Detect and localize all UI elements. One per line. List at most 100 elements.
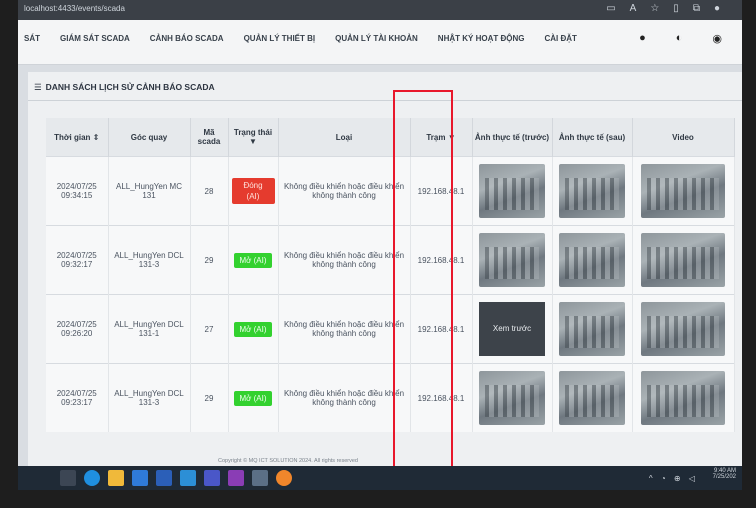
favorite-icon[interactable]: ☆ bbox=[650, 3, 673, 14]
cell-station: 192.168.48.1 bbox=[410, 294, 473, 364]
edge-browser-icon[interactable] bbox=[84, 470, 100, 486]
filter-icon[interactable]: ▼ bbox=[249, 137, 257, 146]
app-icon[interactable] bbox=[276, 470, 292, 486]
cell-image-before bbox=[472, 225, 553, 295]
video-thumbnail[interactable] bbox=[641, 371, 725, 425]
nav-menu: SÁT GIÁM SÁT SCADA CẢNH BÁO SCADA QUẢN L… bbox=[18, 34, 597, 43]
cell-video bbox=[632, 156, 735, 226]
camera-thumbnail[interactable] bbox=[559, 164, 625, 218]
camera-thumbnail[interactable] bbox=[559, 233, 625, 287]
cell-time: 2024/07/25 09:34:15 bbox=[46, 156, 109, 226]
nav-item-partial[interactable]: SÁT bbox=[24, 34, 40, 43]
header-image-after: Ảnh thực tế (sau) bbox=[552, 118, 633, 157]
divider bbox=[28, 100, 742, 101]
cell-status: Mở (AI) bbox=[228, 225, 279, 295]
header-image-before: Ảnh thực tế (trước) bbox=[472, 118, 553, 157]
header-status[interactable]: Trạng thái ▼ bbox=[228, 118, 279, 157]
vscode-icon[interactable] bbox=[180, 470, 196, 486]
task-view-icon[interactable] bbox=[60, 470, 76, 486]
header-video: Video bbox=[632, 118, 735, 157]
header-type: Loại bbox=[278, 118, 411, 157]
cell-image-before bbox=[472, 156, 553, 226]
app-icon[interactable] bbox=[228, 470, 244, 486]
page-title-text: DANH SÁCH LỊCH SỬ CẢNH BÁO SCADA bbox=[45, 82, 215, 92]
nav-item-settings[interactable]: CÀI ĐẶT bbox=[544, 34, 576, 43]
video-thumbnail[interactable] bbox=[641, 164, 725, 218]
file-explorer-icon[interactable] bbox=[108, 470, 124, 486]
cell-video bbox=[632, 363, 735, 432]
camera-thumbnail[interactable] bbox=[559, 302, 625, 356]
cell-scada: 27 bbox=[190, 294, 229, 364]
clock-date[interactable]: 7/25/202 bbox=[713, 474, 736, 480]
header-tools: ● ◐ ◉ bbox=[639, 32, 722, 45]
footer-copyright: Copyright © MQ ICT SOLUTION 2024. All ri… bbox=[218, 458, 358, 464]
camera-thumbnail[interactable] bbox=[559, 371, 625, 425]
preview-button[interactable]: Xem trước bbox=[479, 302, 545, 356]
system-tray: ^ ◔ ⊕ ◁ 9:40 AM 7/25/202 bbox=[649, 468, 736, 483]
cell-scada: 29 bbox=[190, 225, 229, 295]
cell-image-after bbox=[552, 294, 633, 364]
split-icon[interactable]: ▯ bbox=[673, 3, 693, 14]
cell-status: Đóng (AI) bbox=[228, 156, 279, 226]
top-navigation: SÁT GIÁM SÁT SCADA CẢNH BÁO SCADA QUẢN L… bbox=[18, 20, 742, 65]
collections-icon[interactable]: ⧉ bbox=[693, 3, 714, 14]
header-time[interactable]: Thời gian ⇕ bbox=[46, 118, 109, 157]
cell-type: Không điều khiển hoặc điều khiển không t… bbox=[278, 156, 411, 226]
cell-type: Không điều khiển hoặc điều khiển không t… bbox=[278, 225, 411, 295]
status-badge: Mở (AI) bbox=[234, 390, 272, 406]
nav-item-activity-log[interactable]: NHẬT KÝ HOẠT ĐỘNG bbox=[438, 34, 525, 43]
store-icon[interactable] bbox=[132, 470, 148, 486]
browser-toolbar: localhost:4433/events/scada ▭A☆▯⧉● bbox=[18, 0, 742, 20]
taskbar-icons bbox=[60, 470, 292, 486]
font-size-icon[interactable]: A bbox=[630, 3, 651, 14]
cell-video bbox=[632, 294, 735, 364]
page-title: ☰ DANH SÁCH LỊCH SỬ CẢNH BÁO SCADA bbox=[34, 82, 215, 93]
cell-video bbox=[632, 225, 735, 295]
address-bar[interactable]: localhost:4433/events/scada bbox=[24, 4, 125, 13]
sort-icon[interactable]: ⇕ bbox=[93, 133, 100, 142]
header-station[interactable]: Trạm ▼ bbox=[410, 118, 473, 157]
cell-type: Không điều khiển hoặc điều khiển không t… bbox=[278, 294, 411, 364]
cell-angle: ALL_HungYen DCL 131-1 bbox=[108, 294, 191, 364]
nav-item-device-management[interactable]: QUẢN LÝ THIẾT BỊ bbox=[244, 34, 316, 43]
camera-thumbnail[interactable] bbox=[479, 164, 545, 218]
nav-item-account-management[interactable]: QUẢN LÝ TÀI KHOẢN bbox=[335, 34, 418, 43]
browser-icons: ▭A☆▯⧉● bbox=[606, 3, 734, 14]
windows-taskbar: ^ ◔ ⊕ ◁ 9:40 AM 7/25/202 bbox=[18, 466, 742, 490]
nav-item-scada-alerts[interactable]: CẢNH BÁO SCADA bbox=[150, 34, 224, 43]
cell-image-after bbox=[552, 156, 633, 226]
video-thumbnail[interactable] bbox=[641, 233, 725, 287]
cell-image-before bbox=[472, 363, 553, 432]
main-content: ☰ DANH SÁCH LỊCH SỬ CẢNH BÁO SCADA Thời g… bbox=[28, 72, 742, 470]
cell-time: 2024/07/25 09:23:17 bbox=[46, 363, 109, 432]
bell-icon[interactable]: ● bbox=[639, 32, 646, 45]
app-icon[interactable] bbox=[204, 470, 220, 486]
tray-icons[interactable]: ^ ◔ ⊕ ◁ bbox=[649, 474, 698, 483]
cell-type: Không điều khiển hoặc điều khiển không t… bbox=[278, 363, 411, 432]
camera-thumbnail[interactable] bbox=[479, 233, 545, 287]
table-row: 2024/07/25 09:34:15 ALL_HungYen MC 131 28… bbox=[46, 156, 735, 226]
header-scada: Mã scada bbox=[190, 118, 229, 157]
globe-icon[interactable]: ◉ bbox=[712, 32, 722, 45]
cell-time: 2024/07/25 09:26:20 bbox=[46, 294, 109, 364]
table-row: 2024/07/25 09:23:17 ALL_HungYen DCL 131-3… bbox=[46, 363, 735, 432]
status-badge: Mở (AI) bbox=[234, 321, 272, 337]
list-icon[interactable]: ☰ bbox=[34, 82, 42, 92]
header-angle: Góc quay bbox=[108, 118, 191, 157]
profile-icon[interactable]: ● bbox=[714, 3, 734, 14]
nav-item-scada-monitoring[interactable]: GIÁM SÁT SCADA bbox=[60, 34, 130, 43]
cell-status: Mở (AI) bbox=[228, 363, 279, 432]
cell-station: 192.168.48.1 bbox=[410, 156, 473, 226]
reader-icon[interactable]: ▭ bbox=[606, 3, 629, 14]
table-header-row: Thời gian ⇕ Góc quay Mã scada Trạng thái… bbox=[46, 118, 735, 157]
status-badge: Mở (AI) bbox=[234, 252, 272, 268]
contrast-icon[interactable]: ◐ bbox=[676, 32, 683, 45]
mail-icon[interactable] bbox=[156, 470, 172, 486]
cell-scada: 28 bbox=[190, 156, 229, 226]
app-icon[interactable] bbox=[252, 470, 268, 486]
video-thumbnail[interactable] bbox=[641, 302, 725, 356]
camera-thumbnail[interactable] bbox=[479, 371, 545, 425]
filter-icon[interactable]: ▼ bbox=[448, 133, 456, 142]
cell-time: 2024/07/25 09:32:17 bbox=[46, 225, 109, 295]
alert-history-table: Thời gian ⇕ Góc quay Mã scada Trạng thái… bbox=[46, 118, 735, 432]
